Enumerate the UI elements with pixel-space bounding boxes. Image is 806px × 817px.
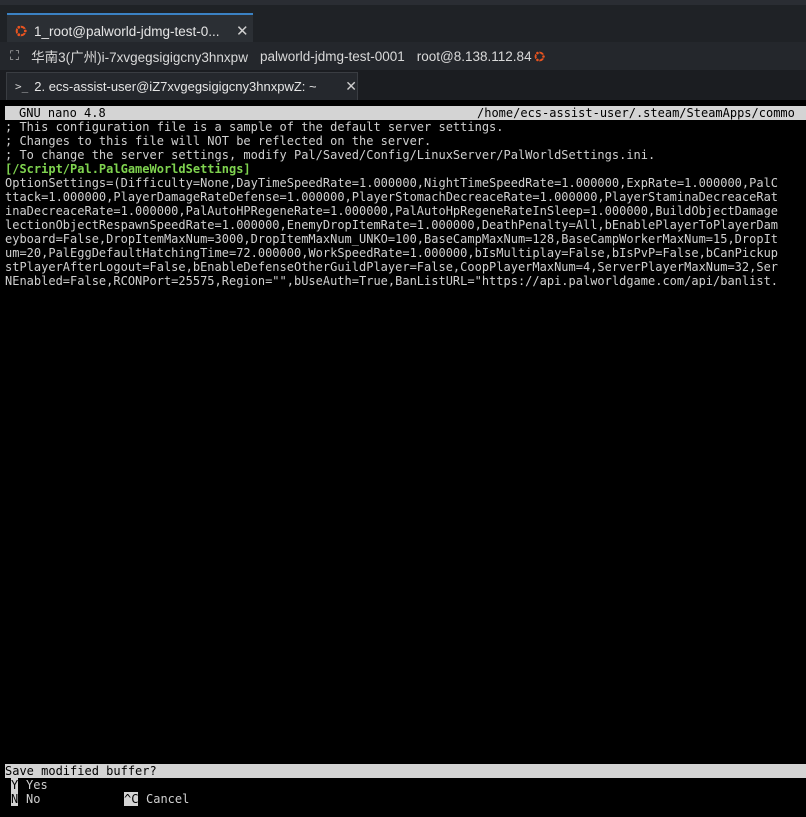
settings-line: stPlayerAfterLogout=False,bEnableDefense…	[5, 260, 779, 274]
yes-key[interactable]: Y	[11, 778, 19, 792]
cancel-option[interactable]: Cancel	[146, 792, 189, 806]
instance-region: 华南3(广州)i-7xvgegsigigcny3hnxpw	[31, 50, 248, 65]
close-icon[interactable]: ✕	[236, 22, 249, 40]
expand-icon[interactable]: ⛶	[10, 48, 19, 64]
comment-line: ; To change the server settings, modify …	[5, 148, 656, 162]
section-header: [/Script/Pal.PalGameWorldSettings]	[5, 162, 251, 176]
terminal-prompt-icon: >_	[15, 80, 29, 93]
session-tabbar: >_ 2. ecs-assist-user@iZ7xvgegsigigcny3h…	[0, 70, 806, 101]
comment-line: ; This configuration file is a sample of…	[5, 120, 504, 134]
settings-line: inaDecreaceRate=1.000000,PalAutoHPRegene…	[5, 204, 779, 218]
tab-title: 1_root@palworld-jdmg-test-0...	[34, 23, 220, 39]
save-prompt: Save modified buffer?	[5, 764, 806, 778]
close-icon[interactable]: ✕	[345, 78, 357, 95]
nano-file-path: /home/ecs-assist-user/.steam/SteamApps/c…	[477, 106, 795, 120]
comment-line: ; Changes to this file will NOT be refle…	[5, 134, 432, 148]
terminal-area[interactable]: GNU nano 4.8 /home/ecs-assist-user/.stea…	[0, 100, 806, 817]
no-key[interactable]: N	[11, 792, 19, 806]
nano-version: GNU nano 4.8	[19, 106, 106, 120]
nano-titlebar: GNU nano 4.8 /home/ecs-assist-user/.stea…	[5, 106, 806, 120]
settings-line: ttack=1.000000,PlayerDamageRateDefense=1…	[5, 190, 779, 204]
settings-line: NEnabled=False,RCONPort=25575,Region="",…	[5, 274, 779, 288]
connection-infobar: ⛶ 华南3(广州)i-7xvgegsigigcny3hnxpw palworld…	[0, 42, 806, 70]
window-tabbar: 1_root@palworld-jdmg-test-0... ✕	[0, 5, 806, 47]
settings-line: um=20,PalEggDefaultHatchingTime=72.00000…	[5, 246, 779, 260]
login-user-ip: root@8.138.112.84	[416, 48, 532, 64]
settings-line: lectionObjectRespawnSpeedRate=1.000000,E…	[5, 218, 779, 232]
settings-line: eyboard=False,DropItemMaxNum=3000,DropIt…	[5, 232, 779, 246]
tab-title: 2. ecs-assist-user@iZ7xvgegsigigcny3hnxp…	[34, 79, 317, 94]
yes-option[interactable]: Yes	[26, 778, 48, 792]
cancel-key[interactable]: ^C	[124, 792, 139, 806]
settings-line: OptionSettings=(Difficulty=None,DayTimeS…	[5, 176, 779, 190]
ubuntu-icon	[15, 25, 28, 37]
instance-hostname: palworld-jdmg-test-0001	[259, 48, 405, 64]
ubuntu-icon	[534, 50, 546, 62]
tab-ecs-assist-session[interactable]: >_ 2. ecs-assist-user@iZ7xvgegsigigcny3h…	[6, 72, 358, 100]
no-option[interactable]: No	[26, 792, 40, 806]
